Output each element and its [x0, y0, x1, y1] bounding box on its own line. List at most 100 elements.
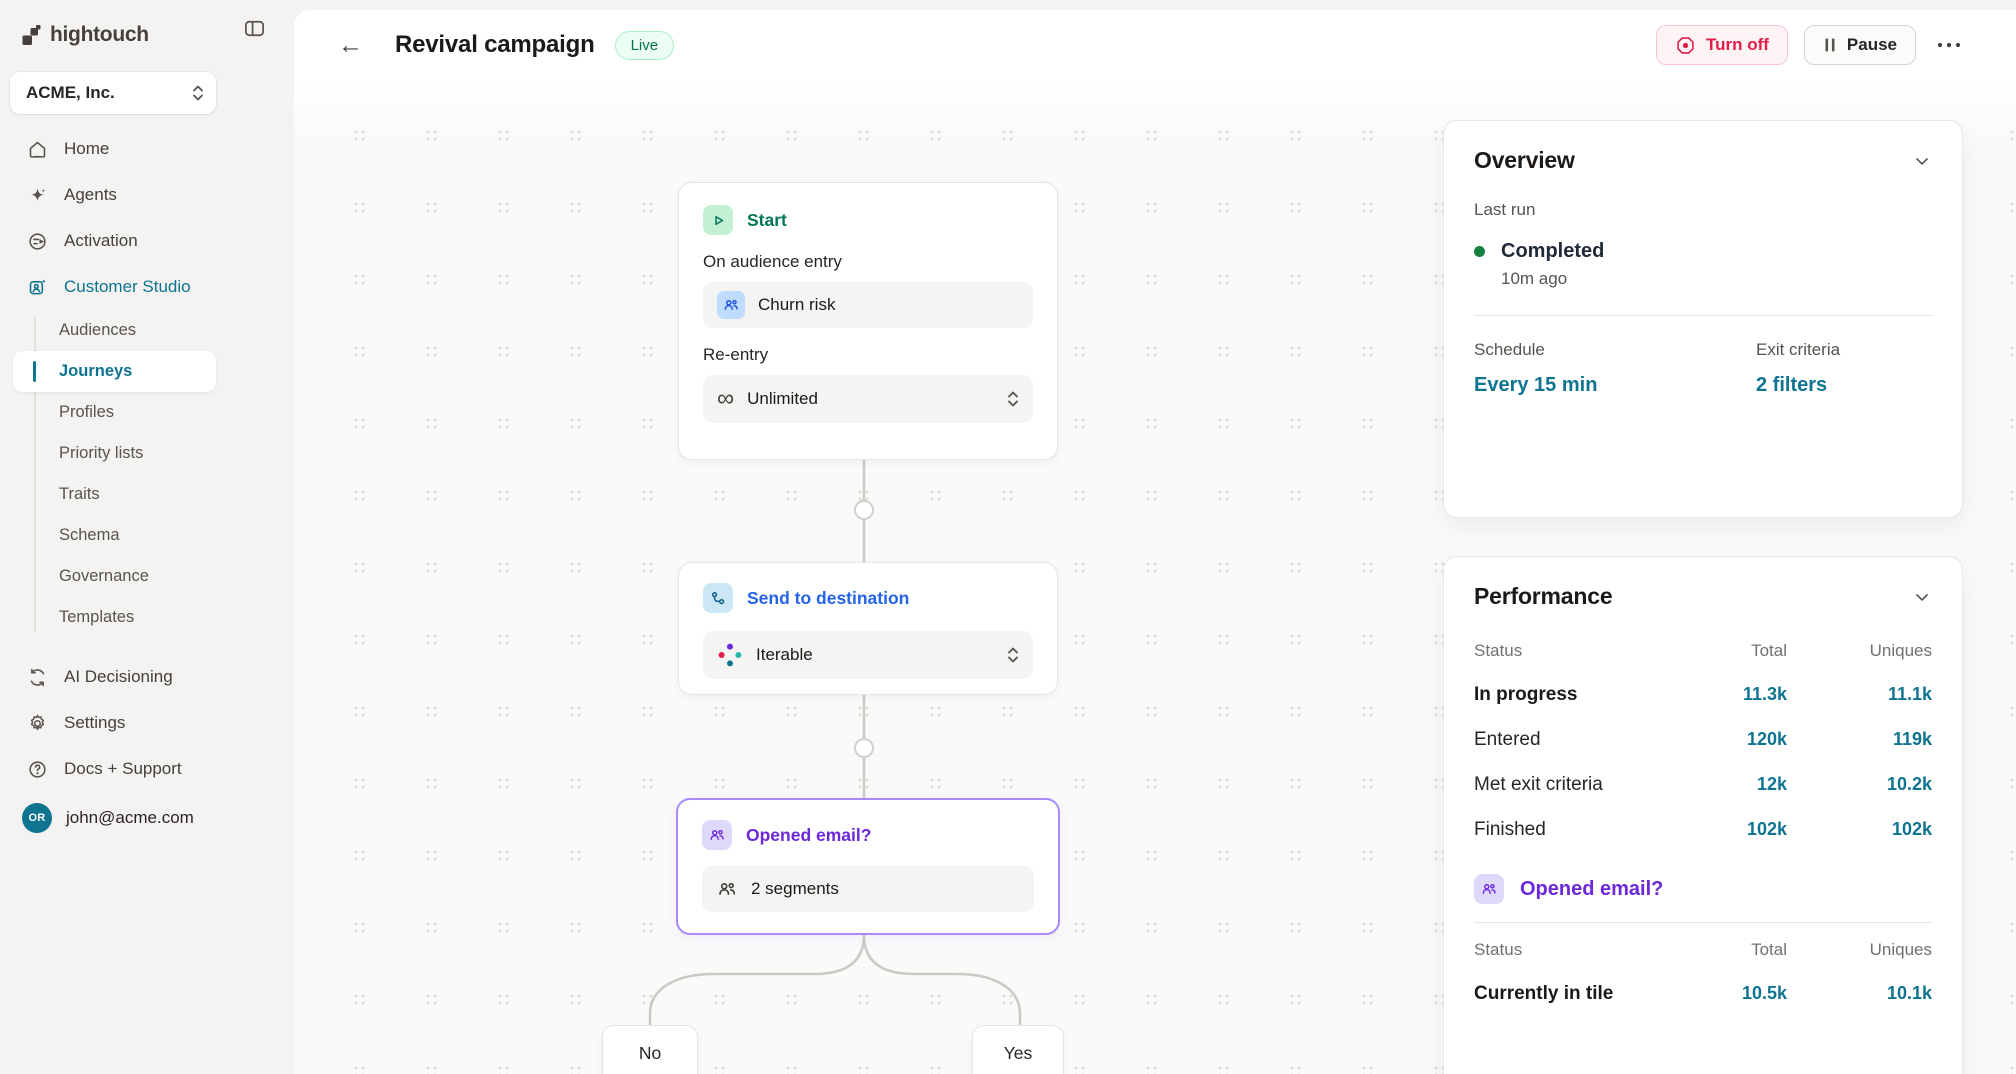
sidebar-item-schema[interactable]: Schema	[0, 515, 294, 556]
home-icon	[26, 138, 48, 160]
audience-chip[interactable]: Churn risk	[703, 282, 1033, 328]
reentry-select[interactable]: ∞ Unlimited	[703, 375, 1033, 423]
destination-select[interactable]: Iterable	[703, 631, 1033, 679]
chevron-updown-icon	[1007, 389, 1019, 409]
sidebar-item-ai-decisioning[interactable]: AI Decisioning	[0, 654, 294, 700]
sidebar-item-label: AI Decisioning	[64, 667, 173, 687]
performance-card: Performance Status Total Uniques In prog…	[1443, 556, 1963, 1074]
row-label: Met exit criteria	[1474, 762, 1677, 807]
sub-item-label: Governance	[59, 567, 149, 586]
logo-row: hightouch	[0, 0, 294, 54]
sidebar-item-audiences[interactable]: Audiences	[0, 310, 294, 351]
schedule-value[interactable]: Every 15 min	[1474, 374, 1756, 397]
last-run-status: Completed	[1501, 240, 1604, 263]
journey-node-branch[interactable]: Opened email? 2 segments	[676, 798, 1060, 935]
col-uniques: Uniques	[1787, 630, 1932, 672]
destination-node-header: Send to destination	[703, 583, 1033, 613]
row-uniques: 10.1k	[1787, 971, 1932, 1016]
chevron-down-icon[interactable]	[1912, 151, 1932, 171]
sidebar-footer: AI Decisioning Settings Docs + Support	[0, 654, 294, 844]
col-uniques: Uniques	[1787, 929, 1932, 971]
sidebar-item-settings[interactable]: Settings	[0, 700, 294, 746]
start-node-title: Start	[747, 210, 787, 231]
row-total: 10.5k	[1677, 971, 1787, 1016]
col-status: Status	[1474, 929, 1677, 971]
row-label: Currently in tile	[1474, 971, 1677, 1016]
destination-node-title: Send to destination	[747, 588, 909, 609]
tile-table: Status Total Uniques Currently in tile 1…	[1474, 929, 1932, 1016]
sidebar-item-activation[interactable]: Activation	[0, 218, 294, 264]
workspace-selector[interactable]: ACME, Inc.	[10, 72, 216, 114]
sub-item-label: Journeys	[59, 362, 132, 381]
exit-criteria-value[interactable]: 2 filters	[1756, 374, 1932, 397]
row-total: 102k	[1677, 807, 1787, 852]
journey-node-destination[interactable]: Send to destination Iterable	[678, 562, 1058, 695]
branch-yes-node[interactable]: Yes	[972, 1025, 1064, 1074]
gear-icon	[26, 712, 48, 734]
divider	[1474, 315, 1932, 316]
user-menu[interactable]: OR john@acme.com	[0, 792, 294, 844]
sidebar-item-agents[interactable]: Agents	[0, 172, 294, 218]
branch-no-node[interactable]: No	[602, 1025, 698, 1074]
segments-count: 2 segments	[751, 879, 839, 899]
help-circle-icon	[26, 758, 48, 780]
last-run-time: 10m ago	[1501, 269, 1932, 289]
col-total: Total	[1677, 630, 1787, 672]
people-icon	[716, 878, 738, 900]
row-uniques: 10.2k	[1787, 762, 1932, 807]
journey-canvas[interactable]: Start On audience entry Churn risk Re-en…	[294, 80, 2016, 1074]
exit-criteria-label: Exit criteria	[1756, 340, 1932, 360]
topbar-actions: Turn off Pause	[1656, 25, 1966, 65]
entry-label: On audience entry	[703, 252, 1033, 272]
row-uniques: 119k	[1787, 717, 1932, 762]
turn-off-label: Turn off	[1706, 35, 1769, 55]
sidebar-item-traits[interactable]: Traits	[0, 474, 294, 515]
col-total: Total	[1677, 929, 1787, 971]
status-badge: Live	[615, 31, 675, 60]
sidebar-item-customer-studio[interactable]: Customer Studio	[0, 264, 294, 310]
tile-section-title[interactable]: Opened email?	[1520, 878, 1663, 901]
sub-item-label: Profiles	[59, 403, 114, 422]
activation-icon	[26, 230, 48, 252]
iterable-logo	[717, 642, 743, 668]
sidebar-item-journeys[interactable]: Journeys	[13, 351, 216, 392]
more-options-icon[interactable]	[1932, 35, 1966, 55]
play-icon	[703, 205, 733, 235]
overview-card: Overview Last run Completed 10m ago Sche…	[1443, 120, 1963, 518]
sidebar-nav: Home Agents Activation	[0, 126, 294, 310]
branch-node-title: Opened email?	[746, 825, 871, 846]
segments-chip[interactable]: 2 segments	[702, 866, 1034, 912]
pause-button[interactable]: Pause	[1804, 25, 1916, 65]
back-arrow-icon[interactable]: ←	[338, 33, 363, 58]
col-status: Status	[1474, 630, 1677, 672]
sub-item-label: Traits	[59, 485, 100, 504]
divider	[1474, 922, 1932, 923]
sidebar-item-governance[interactable]: Governance	[0, 556, 294, 597]
row-uniques: 102k	[1787, 807, 1932, 852]
sidebar-item-label: Customer Studio	[64, 277, 191, 297]
sidebar-item-home[interactable]: Home	[0, 126, 294, 172]
sub-item-label: Templates	[59, 608, 134, 627]
sidebar-item-templates[interactable]: Templates	[0, 597, 294, 638]
tile-section-header: Opened email?	[1474, 874, 1932, 904]
sidebar-item-docs-support[interactable]: Docs + Support	[0, 746, 294, 792]
chevron-down-icon[interactable]	[1912, 587, 1932, 607]
sidebar-collapse-icon[interactable]	[243, 17, 266, 40]
sidebar-item-label: Activation	[64, 231, 138, 251]
sidebar-item-label: Docs + Support	[64, 759, 182, 779]
overview-title: Overview	[1474, 147, 1575, 174]
sidebar-item-profiles[interactable]: Profiles	[0, 392, 294, 433]
hightouch-logo: hightouch	[22, 23, 149, 47]
sidebar-item-priority-lists[interactable]: Priority lists	[0, 433, 294, 474]
turn-off-button[interactable]: Turn off	[1656, 25, 1788, 65]
row-total: 12k	[1677, 762, 1787, 807]
customer-studio-subnav: Audiences Journeys Profiles Priority lis…	[0, 310, 294, 638]
segments-icon	[1474, 874, 1504, 904]
row-total: 11.3k	[1677, 672, 1787, 717]
last-run-label: Last run	[1474, 200, 1932, 220]
infinity-icon: ∞	[717, 389, 734, 408]
row-total: 120k	[1677, 717, 1787, 762]
send-destination-icon	[703, 583, 733, 613]
chevron-updown-icon	[1007, 645, 1019, 665]
journey-node-start[interactable]: Start On audience entry Churn risk Re-en…	[678, 182, 1058, 460]
